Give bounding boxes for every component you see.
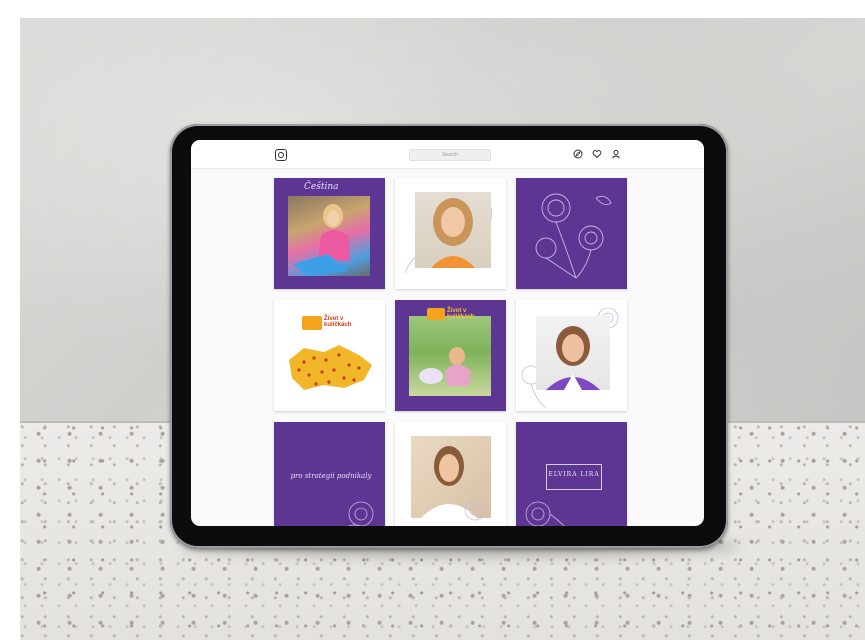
post-portrait-blonde[interactable] <box>395 178 506 289</box>
portrait-purple-jacket-photo <box>536 316 610 390</box>
post-girl-writing[interactable]: Čeština <box>274 178 385 289</box>
mockup-scene: Search Čeština Život v kuličkách Život v… <box>0 0 865 640</box>
post-caption-script: Čeština <box>304 182 339 192</box>
brand-logo-text: ELVIRA LIRA <box>548 471 600 478</box>
profile-icon[interactable] <box>611 149 621 159</box>
badge-icon <box>302 316 322 330</box>
post-portrait-purple-jacket[interactable] <box>516 300 627 411</box>
peony-drawing-icon <box>347 501 374 526</box>
search-input[interactable]: Search <box>409 149 491 161</box>
post-map-czech[interactable]: Život v kuličkách <box>274 300 385 411</box>
peony-drawing-icon <box>525 501 565 526</box>
camera-icon[interactable] <box>275 149 287 161</box>
post-purple-logo[interactable]: ELVIRA LIRA <box>516 422 627 526</box>
post-caption-script: pro strategii podnikaly <box>290 472 372 480</box>
post-purple-quote[interactable]: pro strategii podnikaly <box>274 422 385 526</box>
post-child-garden[interactable]: Život v kuličkách <box>395 300 506 411</box>
compass-icon[interactable] <box>573 149 583 159</box>
badge-label: Život v kuličkách <box>447 308 475 320</box>
heart-icon[interactable] <box>592 149 602 159</box>
floral-line-icon <box>464 499 486 521</box>
post-portrait-white-shirt[interactable] <box>395 422 506 526</box>
post-floral-line-art[interactable] <box>516 178 627 289</box>
instagram-topbar: Search <box>191 140 704 169</box>
tablet-screen: Search Čeština Život v kuličkách Život v… <box>191 140 704 526</box>
child-garden-photo <box>409 316 491 396</box>
peony-drawing-icon <box>535 193 612 279</box>
badge-label: Život v kuličkách <box>324 316 352 328</box>
czech-map-icon <box>289 345 372 390</box>
badge-icon <box>427 308 445 320</box>
portrait-blonde-photo <box>415 192 491 268</box>
brand-logo: ELVIRA LIRA <box>546 464 602 490</box>
girl-writing-photo <box>288 196 370 276</box>
